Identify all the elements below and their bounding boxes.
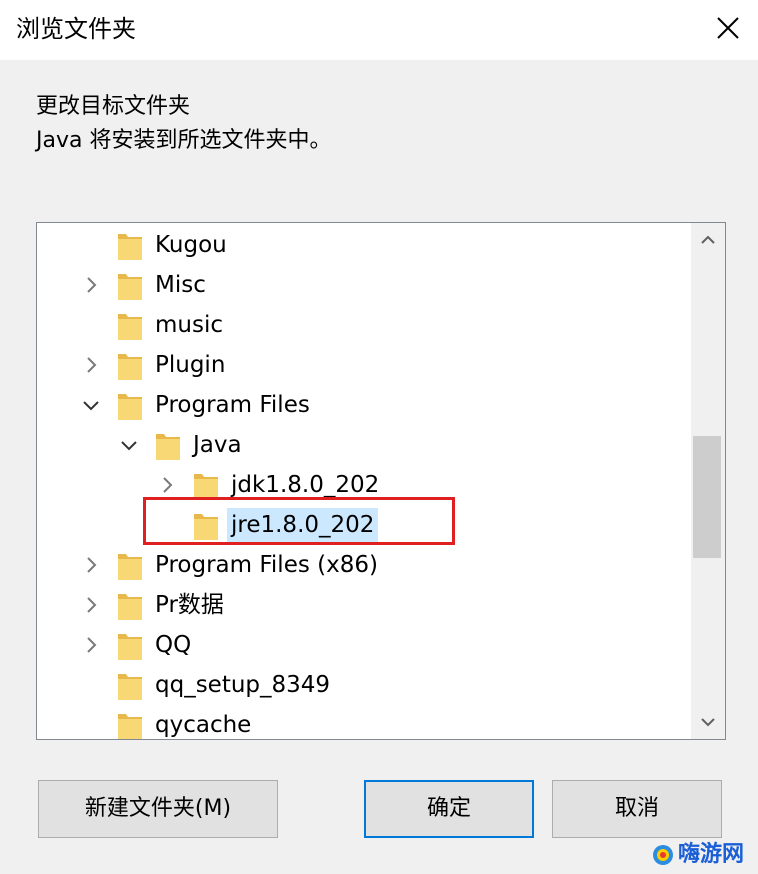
ok-button[interactable]: 确定 bbox=[364, 780, 534, 838]
watermark: 嗨游网 bbox=[652, 840, 752, 870]
chevron-down-icon bbox=[701, 718, 715, 727]
tree-item-label: qq_setup_8349 bbox=[155, 672, 331, 698]
new-folder-button[interactable]: 新建文件夹(M) bbox=[38, 780, 278, 838]
tree-item-label: Pr数据 bbox=[155, 592, 224, 618]
watermark-logo-icon bbox=[653, 845, 673, 865]
chevron-right-icon[interactable] bbox=[81, 555, 101, 575]
folder-tree[interactable]: Kugou Misc music Plugin Program Files Java jdk… bbox=[36, 222, 726, 740]
tree-item-label: Program Files (x86) bbox=[155, 552, 378, 578]
cancel-button[interactable]: 取消 bbox=[552, 780, 722, 838]
tree-item-label: Kugou bbox=[155, 232, 227, 258]
tree-item-label: jre1.8.0_202 bbox=[227, 508, 379, 542]
window-title: 浏览文件夹 bbox=[16, 15, 136, 43]
scroll-down-button[interactable] bbox=[691, 705, 725, 739]
tree-item[interactable]: music bbox=[37, 305, 691, 345]
tree-item[interactable]: Program Files bbox=[37, 385, 691, 425]
chevron-right-icon[interactable] bbox=[81, 635, 101, 655]
vertical-scrollbar[interactable] bbox=[691, 223, 725, 739]
tree-item[interactable]: Kugou bbox=[37, 225, 691, 265]
folder-icon bbox=[118, 354, 142, 380]
chevron-down-icon[interactable] bbox=[119, 435, 139, 455]
tree-item-label: Program Files bbox=[155, 392, 310, 418]
tree-item[interactable]: qq_setup_8349 bbox=[37, 665, 691, 705]
folder-icon bbox=[118, 274, 142, 300]
chevron-right-icon[interactable] bbox=[157, 475, 177, 495]
close-icon bbox=[717, 17, 739, 39]
scroll-up-button[interactable] bbox=[691, 223, 725, 257]
tree-item[interactable]: Program Files (x86) bbox=[37, 545, 691, 585]
folder-icon bbox=[194, 514, 218, 540]
chevron-right-icon[interactable] bbox=[81, 595, 101, 615]
tree-item-label: jdk1.8.0_202 bbox=[231, 472, 380, 498]
tree-item-label: QQ bbox=[155, 632, 192, 658]
dialog-description: Java 将安装到所选文件夹中。 bbox=[36, 128, 332, 153]
folder-icon bbox=[118, 234, 142, 260]
tree-item[interactable]: jre1.8.0_202 bbox=[37, 505, 691, 545]
tree-item[interactable]: jdk1.8.0_202 bbox=[37, 465, 691, 505]
browse-folder-dialog: 浏览文件夹 更改目标文件夹 Java 将安装到所选文件夹中。 Kugou Misc… bbox=[0, 0, 758, 874]
tree-item[interactable]: Misc bbox=[37, 265, 691, 305]
tree-item-label: Misc bbox=[155, 272, 206, 298]
folder-icon bbox=[118, 634, 142, 660]
scrollbar-thumb[interactable] bbox=[693, 436, 721, 559]
tree-item[interactable]: Java bbox=[37, 425, 691, 465]
tree-item-label: qycache bbox=[155, 712, 252, 738]
tree-item-label: Java bbox=[193, 432, 242, 458]
folder-icon bbox=[118, 714, 142, 739]
folder-icon bbox=[118, 674, 142, 700]
watermark-text: 嗨游网 bbox=[678, 842, 745, 867]
title-bar: 浏览文件夹 bbox=[0, 0, 758, 60]
tree-item[interactable]: qycache bbox=[37, 705, 691, 739]
chevron-up-icon bbox=[701, 235, 715, 244]
folder-icon bbox=[118, 594, 142, 620]
tree-item[interactable]: QQ bbox=[37, 625, 691, 665]
close-button[interactable] bbox=[698, 0, 758, 60]
chevron-down-icon[interactable] bbox=[81, 395, 101, 415]
dialog-heading: 更改目标文件夹 bbox=[36, 94, 191, 119]
folder-icon bbox=[118, 394, 142, 420]
folder-icon bbox=[194, 474, 218, 500]
tree-item-label: Plugin bbox=[155, 352, 226, 378]
tree-item[interactable]: Pr数据 bbox=[37, 585, 691, 625]
chevron-right-icon[interactable] bbox=[81, 275, 101, 295]
tree-item[interactable]: Plugin bbox=[37, 345, 691, 385]
folder-icon bbox=[118, 314, 142, 340]
folder-icon bbox=[118, 554, 142, 580]
chevron-right-icon[interactable] bbox=[81, 355, 101, 375]
tree-item-label: music bbox=[155, 312, 224, 338]
folder-icon bbox=[156, 434, 180, 460]
